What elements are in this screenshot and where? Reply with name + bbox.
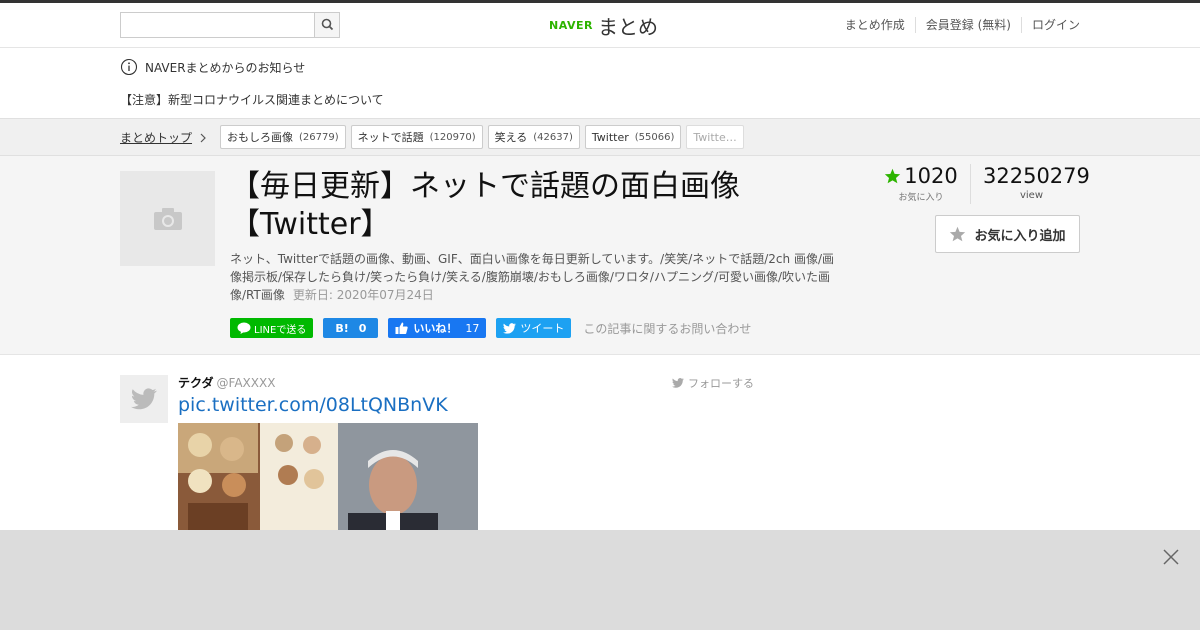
tag-label: Twitter <box>591 130 629 144</box>
search-button[interactable] <box>314 13 339 37</box>
logo-matome: まとめ <box>597 14 658 39</box>
twitter-bird-icon <box>131 388 157 410</box>
share-bar: LINEで送る B! 0 いいね！ 17 ツイート この記事に関するお問い合わせ <box>230 318 751 338</box>
article-stats: 1020 お気に入り 32250279 view <box>880 164 1090 208</box>
close-icon[interactable] <box>1162 548 1180 566</box>
tweet-image-link[interactable]: pic.twitter.com/08LtQNBnVK <box>178 394 448 416</box>
notice-heading: NAVERまとめからのお知らせ <box>120 58 305 76</box>
tag-label: 笑える <box>494 131 528 144</box>
camera-icon <box>153 207 182 230</box>
view-count-block: 32250279 view <box>970 164 1090 204</box>
notice-link[interactable]: 【注意】新型コロナウイルス関連まとめについて <box>120 91 384 108</box>
ad-banner <box>0 530 1200 630</box>
breadcrumb: まとめトップ おもしろ画像 (26779) ネットで話題 (120970) 笑える (… <box>0 118 1200 156</box>
search-icon <box>321 18 334 31</box>
facebook-like-button[interactable]: いいね！ 17 <box>388 318 487 338</box>
tag-count: (55066) <box>634 131 675 143</box>
tag-label: おもしろ画像 <box>227 131 293 144</box>
star-outline-icon <box>950 226 966 242</box>
favorite-label: お気に入り <box>898 193 944 203</box>
add-favorite-button[interactable]: お気に入り追加 <box>935 215 1080 253</box>
breadcrumb-home-label: まとめトップ <box>120 131 193 145</box>
star-icon <box>885 168 901 184</box>
logo-naver: NAVER <box>549 18 593 32</box>
tag-count: (42637) <box>533 131 573 143</box>
tweet-photo-image <box>178 423 478 530</box>
favorite-count: 1020 <box>904 164 958 188</box>
tweet-label: ツイート <box>520 322 565 335</box>
tweet-user[interactable]: テクダ @FAXXXX <box>178 374 275 391</box>
tag-twitter[interactable]: Twitter (55066) <box>584 125 682 149</box>
article-header: 【毎日更新】ネットで話題の面白画像【Twitter】 ネット、Twitterで話… <box>0 156 1200 355</box>
tweet-photo[interactable] <box>178 423 478 530</box>
favorite-count-block: 1020 お気に入り <box>880 164 962 203</box>
article-description: ネット、Twitterで話題の画像、動画、GIF、面白い画像を毎日更新しています… <box>230 250 845 304</box>
hatena-count: 0 <box>358 321 367 335</box>
facebook-like-count: 17 <box>465 321 480 335</box>
view-label: view <box>1019 190 1044 201</box>
tweet-card: テクダ @FAXXXX フォローする pic.twitter.com/08LtQN… <box>0 355 1200 530</box>
login-link[interactable]: ログイン <box>1020 17 1080 33</box>
line-share-button[interactable]: LINEで送る <box>230 318 314 338</box>
notice-section: NAVERまとめからのお知らせ 【注意】新型コロナウイルス関連まとめについて <box>0 48 1200 118</box>
notice-title: NAVERまとめからのお知らせ <box>145 60 306 75</box>
tag-more[interactable]: Twitte… <box>686 125 744 149</box>
tag-label: ネットで話題 <box>357 131 424 144</box>
site-header: NAVER まとめ まとめ作成 会員登録 (無料) ログイン <box>0 3 1200 48</box>
article-thumbnail <box>120 171 215 266</box>
tag-net-wadai[interactable]: ネットで話題 (120970) <box>350 125 483 149</box>
tweet-user-id: @FAXXXX <box>216 376 276 390</box>
site-logo[interactable]: NAVER まとめ <box>549 12 658 39</box>
view-count: 32250279 <box>983 164 1090 188</box>
add-favorite-label: お気に入り追加 <box>974 228 1066 244</box>
facebook-like-label: いいね！ <box>413 322 458 335</box>
line-share-label: LINEで送る <box>254 324 307 336</box>
tag-count: (26779) <box>299 131 339 143</box>
tag-waraeru[interactable]: 笑える (42637) <box>487 125 580 149</box>
register-link[interactable]: 会員登録 (無料) <box>914 17 1021 33</box>
tweet-button[interactable]: ツイート <box>496 318 572 338</box>
tag-label: Twitte… <box>693 130 737 144</box>
avatar[interactable] <box>120 375 168 423</box>
create-matome-link[interactable]: まとめ作成 <box>835 17 915 33</box>
twitter-bird-icon <box>672 378 684 388</box>
tag-count: (120970) <box>429 131 476 143</box>
tweet-user-name: テクダ <box>178 376 214 390</box>
twitter-bird-icon <box>503 322 517 334</box>
article-title: 【毎日更新】ネットで話題の面白画像【Twitter】 <box>230 169 740 242</box>
tag-list: おもしろ画像 (26779) ネットで話題 (120970) 笑える (42637) … <box>220 125 749 149</box>
line-icon <box>237 322 251 334</box>
updated-date: 更新日: 2020年07月24日 <box>292 288 434 302</box>
breadcrumb-home[interactable]: まとめトップ <box>120 129 210 146</box>
thumbs-up-icon <box>395 322 409 334</box>
header-nav: まとめ作成 会員登録 (無料) ログイン <box>835 17 1080 33</box>
info-icon <box>120 58 138 76</box>
chevron-right-icon <box>200 133 206 142</box>
search-box <box>120 12 340 38</box>
follow-button[interactable]: フォローする <box>672 375 754 391</box>
follow-label: フォローする <box>688 377 754 390</box>
inquiry-link[interactable]: この記事に関するお問い合わせ <box>583 320 751 337</box>
hatena-bookmark-button[interactable]: B! 0 <box>323 318 379 338</box>
tag-omoshiro[interactable]: おもしろ画像 (26779) <box>220 125 346 149</box>
hatena-icon: B! <box>335 321 349 335</box>
search-input[interactable] <box>121 13 315 37</box>
